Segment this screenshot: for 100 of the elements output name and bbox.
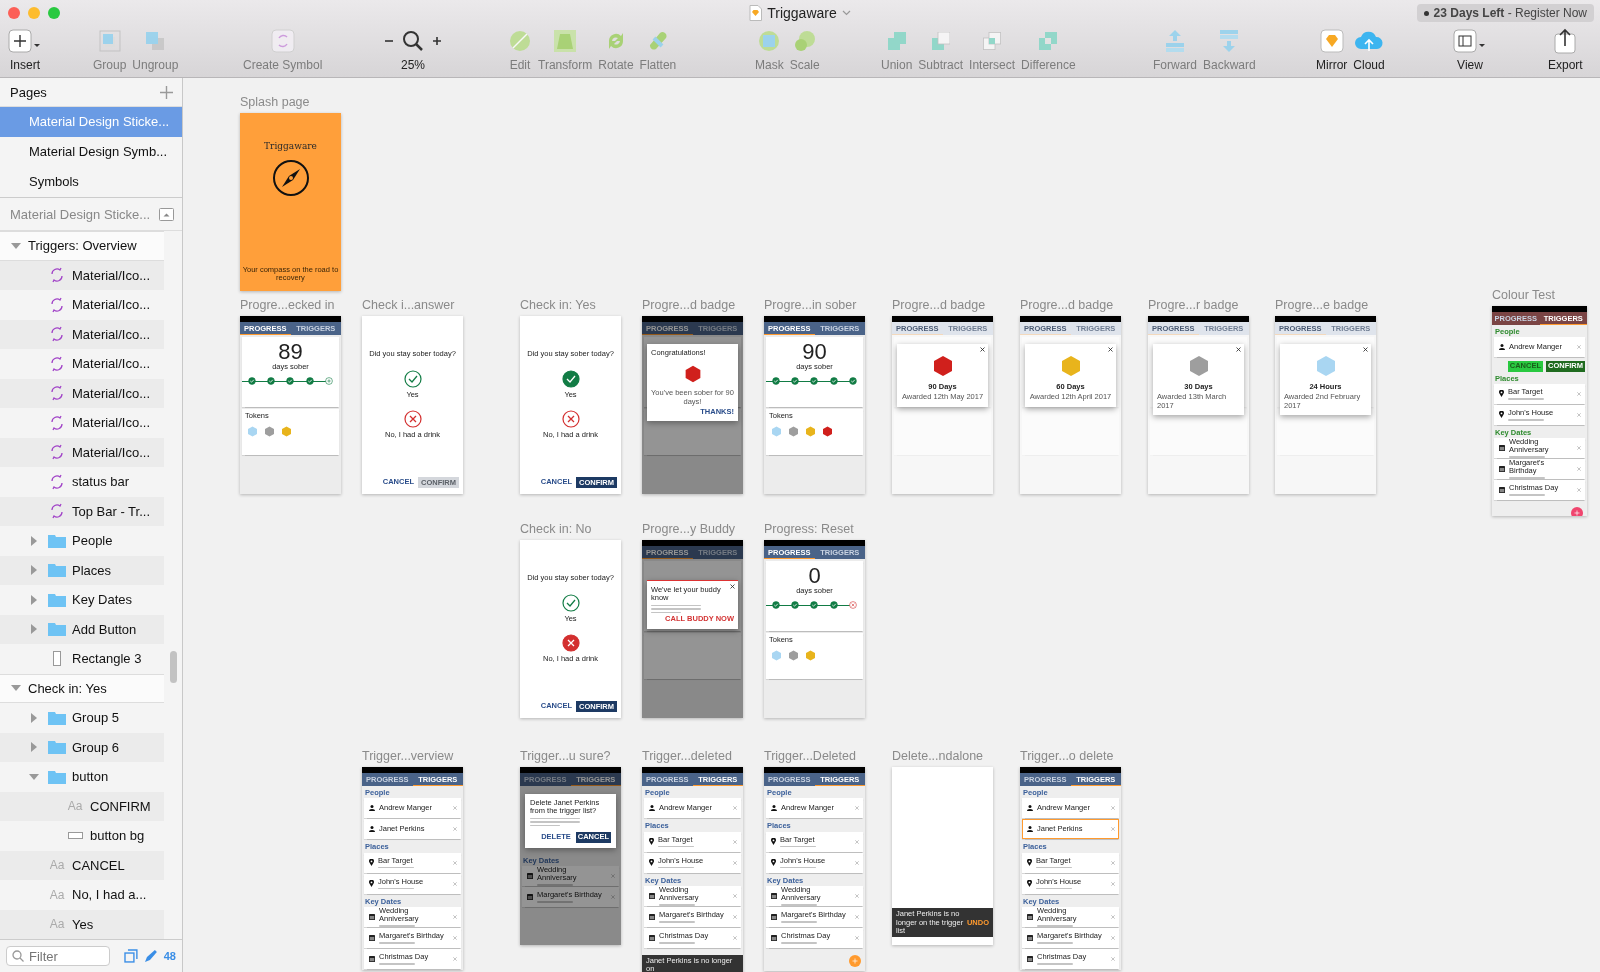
layer-name[interactable]: Material/Ico...	[70, 415, 151, 431]
cloud-button[interactable]: Cloud	[1350, 26, 1388, 76]
pin-icon	[649, 859, 654, 866]
disclosure-triangle-icon[interactable]	[29, 535, 39, 546]
calendar-icon	[527, 872, 533, 879]
layer-name[interactable]: CONFIRM	[88, 798, 151, 814]
page-item[interactable]: Symbols	[0, 167, 182, 197]
cloud-upload-icon	[1354, 29, 1384, 53]
zoom-icon	[383, 29, 443, 53]
layer-name[interactable]: Rectangle 3	[70, 651, 142, 667]
close-button[interactable]	[8, 7, 20, 19]
layer-name[interactable]: Material/Ico...	[70, 297, 151, 313]
add-fab-icon[interactable]	[1571, 507, 1583, 516]
layer-name[interactable]: button bg	[88, 828, 145, 844]
symbol-icon	[49, 444, 65, 461]
disclosure-triangle-icon[interactable]	[29, 712, 39, 723]
gem-icon	[683, 365, 702, 384]
calendar-icon	[1027, 934, 1033, 941]
disclosure-triangle-icon[interactable]	[29, 624, 39, 635]
pin-icon	[771, 838, 776, 845]
close-icon[interactable]	[730, 584, 735, 589]
close-icon[interactable]	[980, 347, 985, 352]
layer-name[interactable]: No, I had a...	[70, 887, 147, 903]
person-icon	[649, 805, 655, 812]
close-icon[interactable]	[1108, 347, 1113, 352]
calendar-icon	[1499, 466, 1505, 472]
chevron-icon[interactable]	[841, 10, 851, 16]
gem-icon	[805, 426, 816, 438]
cross-circle-icon[interactable]	[561, 633, 580, 652]
symbol-icon	[270, 29, 295, 53]
page-item[interactable]: Material Design Symb...	[0, 137, 182, 167]
layer-name[interactable]: Group 6	[70, 739, 119, 755]
add-page-icon[interactable]	[160, 85, 173, 99]
disclosure-triangle-icon[interactable]	[11, 240, 21, 251]
window-title: Triggaware	[767, 5, 837, 21]
collapse-icon[interactable]	[159, 207, 174, 221]
zoom-button[interactable]	[48, 7, 60, 19]
gem-icon	[1187, 355, 1210, 377]
scrollbar-thumb[interactable]	[170, 651, 177, 683]
layer-name[interactable]: Key Dates	[70, 592, 132, 608]
view-icon	[1453, 29, 1487, 53]
disclosure-triangle-icon[interactable]	[29, 771, 39, 782]
gem-icon	[931, 355, 954, 377]
check-circle-icon[interactable]	[561, 370, 580, 389]
layer-name[interactable]: Material/Ico...	[70, 356, 151, 372]
pin-icon	[771, 859, 776, 866]
app-name: Triggaware	[264, 141, 317, 151]
layer-name[interactable]: Group 5	[70, 710, 119, 726]
cross-circle-icon[interactable]	[561, 409, 580, 428]
trial-text: 23 Days Left - Register Now	[1433, 6, 1587, 20]
cross-circle-icon[interactable]	[403, 409, 422, 428]
transform-icon	[553, 29, 578, 53]
text-layer-icon: Aa	[49, 887, 65, 902]
layer-name[interactable]: Yes	[70, 916, 94, 932]
copy-icon[interactable]	[124, 949, 138, 963]
export-button[interactable]: Export	[1545, 26, 1586, 76]
layer-name[interactable]: button	[70, 769, 109, 785]
filter-field[interactable]: Filter	[6, 946, 110, 966]
close-icon[interactable]	[1363, 347, 1368, 352]
disclosure-triangle-icon[interactable]	[29, 594, 39, 605]
gem-icon	[805, 650, 816, 662]
insert-button[interactable]: Insert	[5, 26, 45, 76]
scale-icon	[792, 29, 817, 53]
forward-icon	[1163, 29, 1187, 53]
person-icon	[369, 805, 375, 812]
disclosure-triangle-icon[interactable]	[29, 742, 39, 753]
add-fab-icon[interactable]	[849, 954, 861, 967]
folder-icon	[48, 769, 66, 784]
person-icon	[1499, 344, 1505, 351]
zoom-button[interactable]: 25%	[380, 26, 446, 76]
symbol-icon	[49, 355, 65, 372]
symbol-icon	[49, 414, 65, 431]
layer-name[interactable]: status bar	[70, 474, 130, 490]
gem-icon	[247, 426, 258, 438]
layer-name[interactable]: People	[70, 533, 113, 549]
pin-icon	[649, 838, 654, 845]
gem-icon	[788, 426, 799, 438]
minimize-button[interactable]	[28, 7, 40, 19]
view-button[interactable]: View	[1450, 26, 1490, 76]
current-page-label: Material Design Sticke...	[10, 206, 151, 222]
check-circle-icon[interactable]	[561, 594, 580, 613]
disclosure-triangle-icon[interactable]	[29, 565, 39, 576]
days-count: 0	[808, 565, 821, 587]
search-icon	[12, 950, 24, 962]
trial-badge[interactable]: 23 Days Left - Register Now	[1416, 4, 1594, 22]
pin-icon	[1499, 411, 1504, 419]
person-icon	[369, 826, 375, 833]
calendar-icon	[649, 892, 655, 899]
layer-name[interactable]: Places	[70, 562, 112, 578]
ungroup-icon	[146, 32, 165, 50]
pin-icon	[369, 859, 374, 866]
folder-icon	[48, 622, 66, 637]
layer-name[interactable]: CANCEL	[70, 857, 125, 873]
check-circle-icon[interactable]	[403, 370, 422, 389]
folder-icon	[48, 533, 66, 548]
pencil-icon[interactable]	[143, 949, 158, 963]
pin-icon	[1027, 880, 1032, 887]
close-icon[interactable]	[1236, 347, 1241, 352]
days-count: 90	[802, 341, 827, 363]
mirror-button[interactable]: Mirror	[1313, 26, 1351, 76]
